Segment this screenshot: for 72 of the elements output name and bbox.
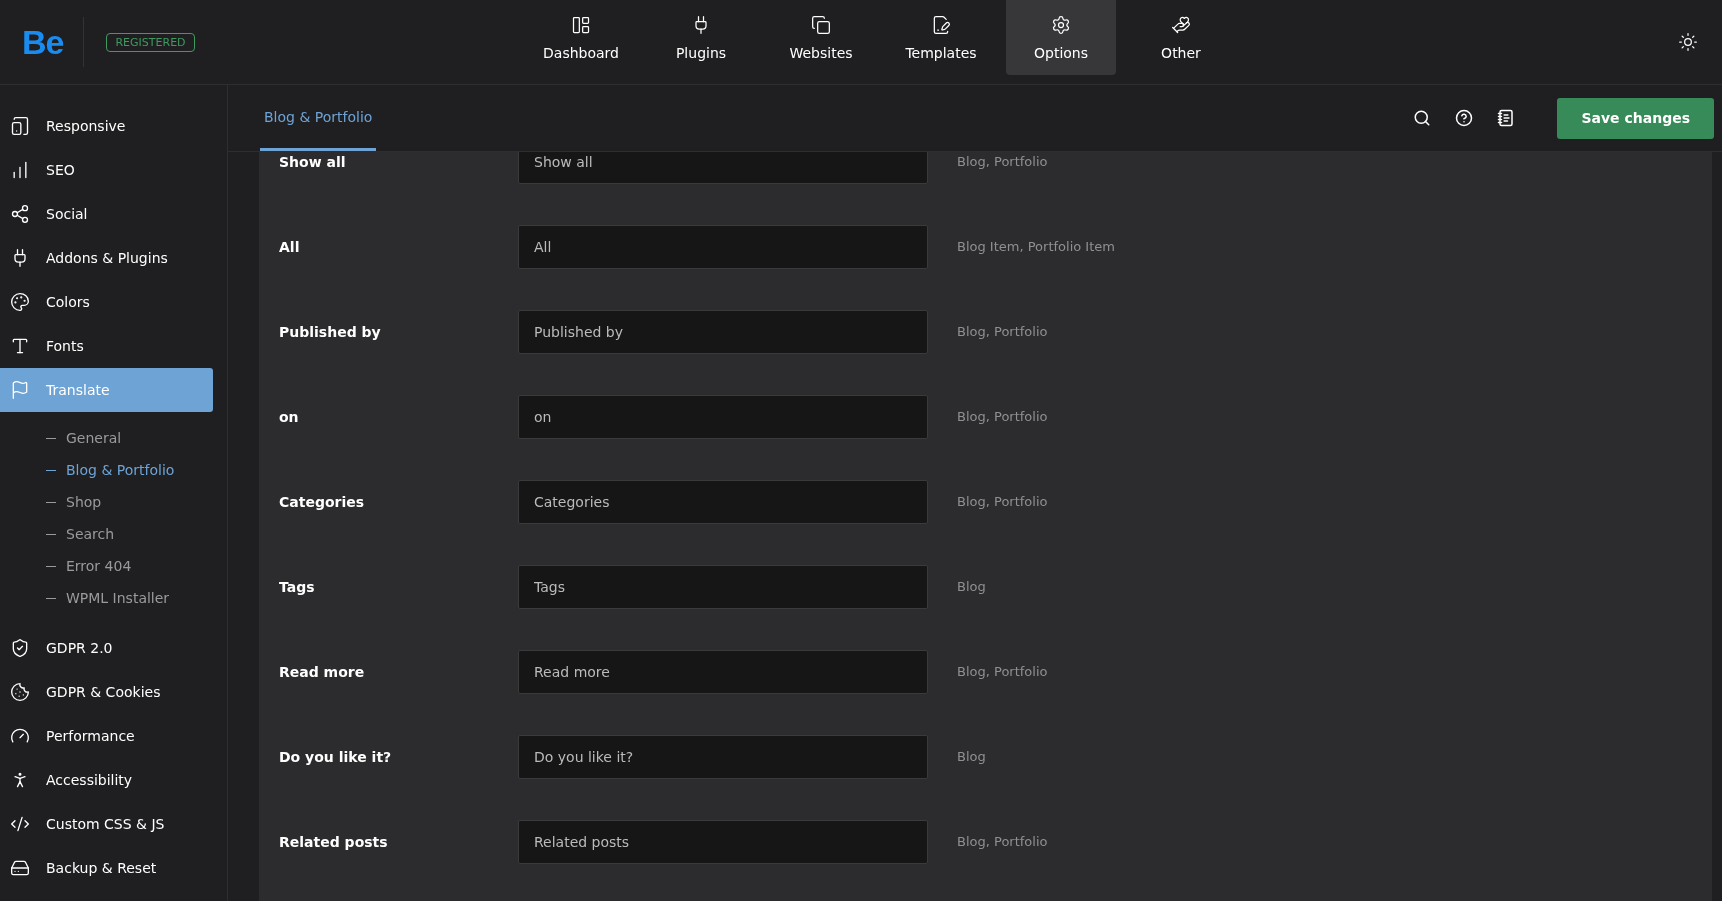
sidebar-subitem[interactable]: General xyxy=(46,422,227,454)
sidebar-subitem[interactable]: Error 404 xyxy=(46,550,227,582)
drive-icon xyxy=(10,858,30,878)
registered-badge: REGISTERED xyxy=(106,32,195,52)
input-field[interactable]: Show all xyxy=(518,152,928,184)
flag-icon xyxy=(10,380,30,400)
field-label: Tags xyxy=(278,578,316,595)
nav-tab[interactable]: Websites xyxy=(766,0,876,75)
sidebar-item[interactable]: Backup & Reset xyxy=(0,846,213,890)
sidebar-item[interactable]: Colors xyxy=(0,280,213,324)
nav-tab[interactable]: Other xyxy=(1126,0,1236,75)
sidebar-item[interactable]: Addons & Plugins xyxy=(0,236,213,280)
save-button[interactable]: Save changes xyxy=(1557,97,1714,139)
sidebar-subitem[interactable]: WPML Installer xyxy=(46,582,227,614)
input-field[interactable]: Tags xyxy=(518,564,928,609)
field-label: Do you like it? xyxy=(278,748,393,765)
sidebar-subitem[interactable]: Search xyxy=(46,518,227,550)
usage-text: Blog, Portfolio xyxy=(957,154,1048,169)
field-label: Read more xyxy=(278,663,366,680)
sidebar-item[interactable]: Performance xyxy=(0,714,213,758)
input-field[interactable]: Categories xyxy=(518,479,928,524)
help-icon[interactable] xyxy=(1455,109,1474,127)
sidebar-item[interactable]: GDPR 2.0 xyxy=(0,626,213,670)
field-label: on xyxy=(278,408,300,425)
cookie-icon xyxy=(10,682,30,702)
usage-text: Blog, Portfolio xyxy=(957,324,1048,339)
sidebar-subitem[interactable]: Shop xyxy=(46,486,227,518)
field-label: Related posts xyxy=(278,833,389,850)
palette-icon xyxy=(10,292,30,312)
logo: Be xyxy=(22,17,85,67)
nav-tab[interactable]: Plugins xyxy=(646,0,756,75)
input-field[interactable]: All xyxy=(518,224,928,269)
theme-toggle-icon[interactable] xyxy=(1678,32,1698,52)
sidebar-subitem[interactable]: Blog & Portfolio xyxy=(46,454,227,486)
devices-icon xyxy=(10,116,30,136)
input-field[interactable]: Published by xyxy=(518,309,928,354)
usage-text: Blog, Portfolio xyxy=(957,494,1048,509)
usage-text: Blog Item, Portfolio Item xyxy=(957,239,1115,254)
field-label: All xyxy=(278,238,301,255)
usage-text: Blog, Portfolio xyxy=(957,834,1048,849)
usage-text: Blog xyxy=(957,749,986,764)
sidebar-item[interactable]: Custom CSS & JS xyxy=(0,802,213,846)
sidebar-item[interactable]: SEO xyxy=(0,148,213,192)
hand-icon xyxy=(1171,14,1191,35)
code-icon xyxy=(10,814,30,834)
usage-text: Blog xyxy=(957,579,986,594)
input-field[interactable]: Do you like it? xyxy=(518,734,928,779)
nav-tab[interactable]: Options xyxy=(1006,0,1116,75)
copy-icon xyxy=(811,14,831,35)
shield-icon xyxy=(10,638,30,658)
field-label: Published by xyxy=(278,323,382,340)
input-field[interactable]: on xyxy=(518,394,928,439)
edit-icon xyxy=(931,14,951,35)
usage-text: Blog, Portfolio xyxy=(957,664,1048,679)
field-label: Show all xyxy=(278,153,347,170)
sidebar-item[interactable]: Fonts xyxy=(0,324,213,368)
usage-text: Blog, Portfolio xyxy=(957,409,1048,424)
input-field[interactable]: Related posts xyxy=(518,819,928,864)
sidebar-item[interactable]: Responsive xyxy=(0,104,213,148)
settings-icon xyxy=(1051,14,1071,35)
dashboard-icon xyxy=(571,14,591,35)
field-label: Categories xyxy=(278,493,366,510)
font-icon xyxy=(10,336,30,356)
search-icon[interactable] xyxy=(1413,109,1432,127)
sidebar-item[interactable]: Accessibility xyxy=(0,758,213,802)
sidebar-item[interactable]: Social xyxy=(0,192,213,236)
nav-tab[interactable]: Templates xyxy=(886,0,996,75)
input-field[interactable]: Read more xyxy=(518,649,928,694)
sidebar-item[interactable]: GDPR & Cookies xyxy=(0,670,213,714)
share-icon xyxy=(10,204,30,224)
notes-icon[interactable] xyxy=(1497,109,1516,127)
nav-tab[interactable]: Dashboard xyxy=(526,0,636,75)
